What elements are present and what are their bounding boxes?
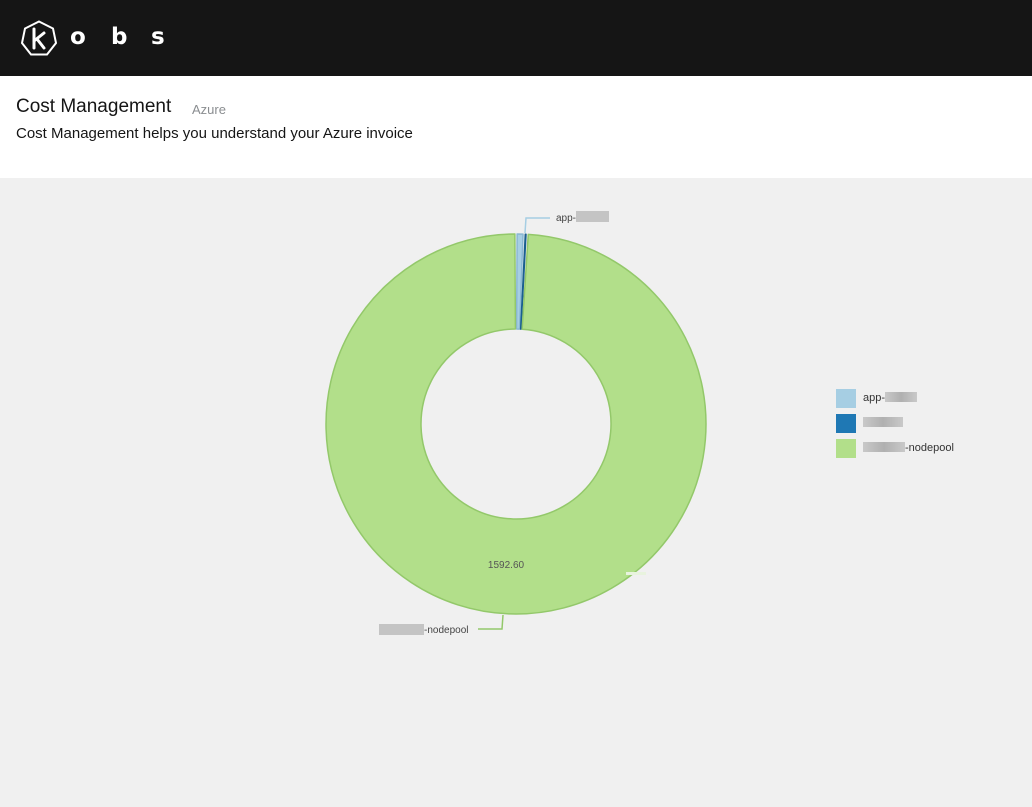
callout-line-2 xyxy=(478,614,504,630)
legend-label-2-text: -nodepool xyxy=(905,442,954,454)
donut-chart: app- -nodepool 1592.60 xyxy=(325,211,707,636)
brand-letter-o: o xyxy=(70,24,86,50)
redacted-text xyxy=(863,442,905,452)
callout-label-2: -nodepool xyxy=(424,625,468,636)
kubernetes-k-logo-icon[interactable] xyxy=(21,20,57,57)
callout-label-0: app- xyxy=(556,213,576,224)
redacted-text xyxy=(885,392,918,402)
brand-letter-s: s xyxy=(151,24,165,50)
redacted-text xyxy=(576,211,609,222)
legend-swatch-1 xyxy=(836,414,856,433)
callout-line-0 xyxy=(524,217,550,234)
page-description: Cost Management helps you understand you… xyxy=(16,125,413,142)
chart-area: app- -nodepool 1592.60 app- -nodepool xyxy=(0,178,1032,807)
data-label-2: 1592.60 xyxy=(488,560,525,571)
redacted-text xyxy=(863,417,903,427)
page-title: Cost Management xyxy=(16,96,172,117)
brand-letter-b: b xyxy=(111,24,128,50)
redacted-text xyxy=(379,624,424,635)
chart-artifact xyxy=(626,572,646,575)
donut-slice-2[interactable] xyxy=(325,233,707,615)
legend-label-1 xyxy=(863,417,903,429)
legend-label-2: -nodepool xyxy=(863,442,954,454)
provider-tag: Azure xyxy=(192,102,226,117)
masthead: o b s xyxy=(0,0,1032,76)
legend-label-0-text: app- xyxy=(863,392,886,404)
page-header: Cost Management Azure Cost Management he… xyxy=(0,76,1032,178)
legend-label-0: app- xyxy=(863,392,918,404)
legend-swatch-0 xyxy=(836,389,856,408)
legend-swatch-2 xyxy=(836,439,856,458)
